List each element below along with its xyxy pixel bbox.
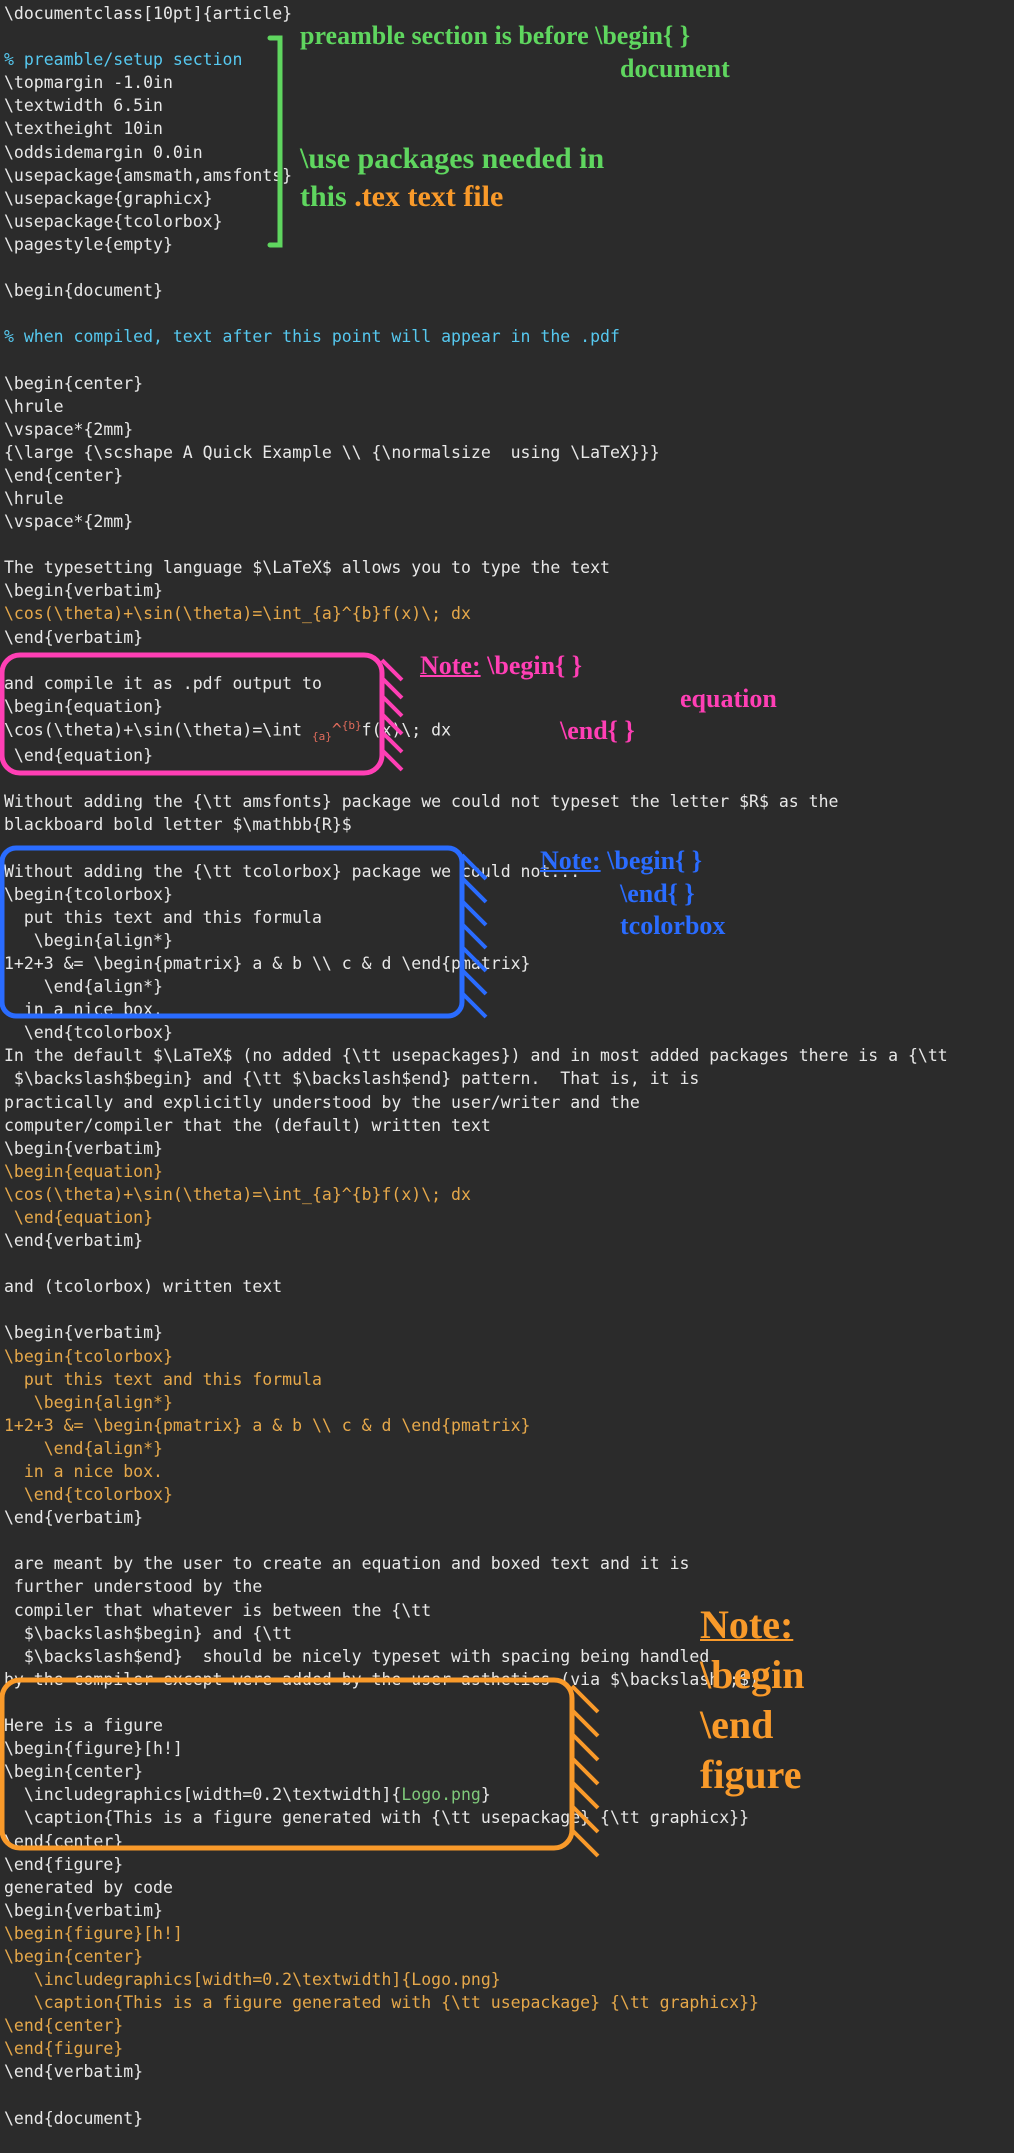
code-line: 1+2+3 &= \begin{pmatrix} a & b \\ c & d … (4, 1414, 1010, 1437)
code-line: Without adding the {\tt tcolorbox} packa… (4, 860, 1010, 883)
code-line: {\large {\scshape A Quick Example \\ {\n… (4, 441, 1010, 464)
code-line: and compile it as .pdf output to (4, 672, 1010, 695)
code-line: \end{center} (4, 2014, 1010, 2037)
code-line: \end{equation} (4, 1206, 1010, 1229)
code-line: Here is a figure (4, 1714, 1010, 1737)
code-line: compiler that whatever is between the {\… (4, 1599, 1010, 1622)
code-line: put this text and this formula (4, 906, 1010, 929)
code-line: \end{verbatim} (4, 1506, 1010, 1529)
code-line: $\backslash$end} should be nicely typese… (4, 1645, 1010, 1668)
code-line (4, 1529, 1010, 1552)
code-line (4, 302, 1010, 325)
code-line (4, 649, 1010, 672)
code-line: In the default $\LaTeX$ (no added {\tt u… (4, 1044, 1010, 1067)
code-line: \begin{align*} (4, 929, 1010, 952)
code-line (4, 256, 1010, 279)
code-line: \begin{tcolorbox} (4, 883, 1010, 906)
code-line: in a nice box. (4, 998, 1010, 1021)
code-line: \end{figure} (4, 1853, 1010, 1876)
code-line: in a nice box. (4, 1460, 1010, 1483)
code-line: \end{tcolorbox} (4, 1483, 1010, 1506)
code-line: practically and explicitly understood by… (4, 1091, 1010, 1114)
code-line (4, 767, 1010, 790)
code-line: \caption{This is a figure generated with… (4, 1806, 1010, 1829)
code-line: \end{align*} (4, 975, 1010, 998)
code-line: \begin{verbatim} (4, 579, 1010, 602)
code-line: \oddsidemargin 0.0in (4, 141, 1010, 164)
code-line (4, 25, 1010, 48)
code-line: \end{equation} (4, 744, 1010, 767)
code-line: \end{verbatim} (4, 626, 1010, 649)
code-line: \cos(\theta)+\sin(\theta)=\int {a}^{b}f(… (4, 718, 1010, 744)
code-line: \end{verbatim} (4, 2060, 1010, 2083)
code-line: The typesetting language $\LaTeX$ allows… (4, 556, 1010, 579)
code-line: \usepackage{graphicx} (4, 187, 1010, 210)
code-line: \cos(\theta)+\sin(\theta)=\int_{a}^{b}f(… (4, 1183, 1010, 1206)
code-line: \documentclass[10pt]{article} (4, 2, 1010, 25)
code-line: \end{document} (4, 2107, 1010, 2130)
code-line: \begin{figure}[h!] (4, 1737, 1010, 1760)
code-line: $\backslash$begin} and {\tt $\backslash$… (4, 1067, 1010, 1090)
code-line: and (tcolorbox) written text (4, 1275, 1010, 1298)
code-line: \begin{equation} (4, 1160, 1010, 1183)
code-line: \begin{center} (4, 1760, 1010, 1783)
code-line: \begin{center} (4, 372, 1010, 395)
code-line: \pagestyle{empty} (4, 233, 1010, 256)
code-line: \begin{equation} (4, 695, 1010, 718)
code-line: \usepackage{amsmath,amsfonts} (4, 164, 1010, 187)
code-line: \cos(\theta)+\sin(\theta)=\int_{a}^{b}f(… (4, 602, 1010, 625)
code-line (4, 1298, 1010, 1321)
code-line: \begin{tcolorbox} (4, 1345, 1010, 1368)
code-line: are meant by the user to create an equat… (4, 1552, 1010, 1575)
code-line (4, 2084, 1010, 2107)
code-line: \hrule (4, 487, 1010, 510)
code-line: blackboard bold letter $\mathbb{R}$ (4, 813, 1010, 836)
code-line: \begin{verbatim} (4, 1321, 1010, 1344)
code-line: \end{tcolorbox} (4, 1021, 1010, 1044)
code-line: further understood by the (4, 1575, 1010, 1598)
code-line: \begin{figure}[h!] (4, 1922, 1010, 1945)
code-line: by the compiler except were added by the… (4, 1668, 1010, 1691)
code-line (4, 533, 1010, 556)
code-line: \caption{This is a figure generated with… (4, 1991, 1010, 2014)
code-line: \begin{document} (4, 279, 1010, 302)
code-line: \topmargin -1.0in (4, 71, 1010, 94)
code-line: \vspace*{2mm} (4, 510, 1010, 533)
code-line (4, 348, 1010, 371)
code-line: \begin{verbatim} (4, 1137, 1010, 1160)
code-line (4, 1252, 1010, 1275)
code-line: \end{figure} (4, 2037, 1010, 2060)
code-line: put this text and this formula (4, 1368, 1010, 1391)
code-line: 1+2+3 &= \begin{pmatrix} a & b \\ c & d … (4, 952, 1010, 975)
code-line: \begin{verbatim} (4, 1899, 1010, 1922)
code-line: % when compiled, text after this point w… (4, 325, 1010, 348)
code-line: Without adding the {\tt amsfonts} packag… (4, 790, 1010, 813)
code-line: computer/compiler that the (default) wri… (4, 1114, 1010, 1137)
code-line: \end{center} (4, 464, 1010, 487)
code-line: \end{align*} (4, 1437, 1010, 1460)
code-line: generated by code (4, 1876, 1010, 1899)
code-line: \begin{align*} (4, 1391, 1010, 1414)
code-line: \textwidth 6.5in (4, 94, 1010, 117)
code-listing: \documentclass[10pt]{article} % preamble… (4, 2, 1010, 2130)
code-line: \includegraphics[width=0.2\textwidth]{Lo… (4, 1783, 1010, 1806)
code-line: \end{verbatim} (4, 1229, 1010, 1252)
code-line: \begin{center} (4, 1945, 1010, 1968)
code-line: $\backslash$begin} and {\tt (4, 1622, 1010, 1645)
code-line: \end{center} (4, 1830, 1010, 1853)
code-line: \vspace*{2mm} (4, 418, 1010, 441)
code-line: % preamble/setup section (4, 48, 1010, 71)
code-line (4, 836, 1010, 859)
code-line (4, 1691, 1010, 1714)
code-line: \includegraphics[width=0.2\textwidth]{Lo… (4, 1968, 1010, 1991)
code-line: \textheight 10in (4, 117, 1010, 140)
code-line: \hrule (4, 395, 1010, 418)
code-line: \usepackage{tcolorbox} (4, 210, 1010, 233)
